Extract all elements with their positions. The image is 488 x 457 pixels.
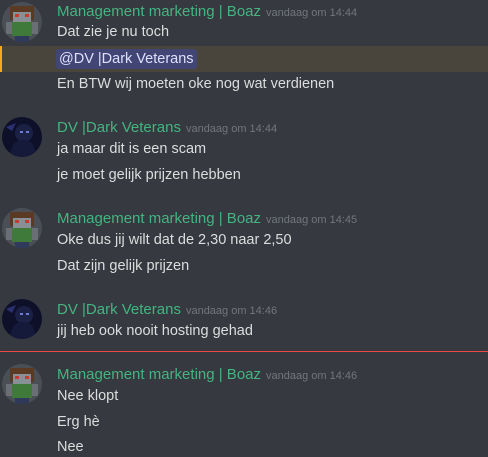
- message-text: jij heb ook nooit hosting gehad: [57, 323, 253, 339]
- username-boaz[interactable]: Management marketing | Boaz: [57, 210, 261, 227]
- message-author-header: Management marketing | Boaz vandaag om 14…: [57, 366, 357, 385]
- avatar-boaz[interactable]: [2, 2, 42, 42]
- message-text: Nee klopt: [57, 388, 119, 404]
- username-boaz[interactable]: Management marketing | Boaz: [57, 3, 261, 20]
- username-boaz[interactable]: Management marketing | Boaz: [57, 366, 261, 383]
- message-text: Dat zie je nu toch: [57, 24, 170, 40]
- avatar-boaz[interactable]: [2, 208, 42, 248]
- new-messages-divider: [0, 351, 488, 352]
- user-mention[interactable]: @DV |Dark Veterans: [56, 49, 197, 69]
- message-text: En BTW wij moeten oke nog wat verdienen: [57, 76, 335, 92]
- message-timestamp: vandaag om 14:44: [185, 123, 278, 135]
- message-text: je moet gelijk prijzen hebben: [57, 167, 241, 183]
- message-author-header: DV |Dark Veterans vandaag om 14:46: [57, 301, 277, 320]
- message-author-header: DV |Dark Veterans vandaag om 14:44: [57, 119, 277, 138]
- username-dark-veterans[interactable]: DV |Dark Veterans: [57, 119, 181, 136]
- message-text: Oke dus jij wilt dat de 2,30 naar 2,50: [57, 232, 292, 248]
- message-author-header: Management marketing | Boaz vandaag om 14…: [57, 3, 357, 22]
- username-dark-veterans[interactable]: DV |Dark Veterans: [57, 301, 181, 318]
- avatar-boaz[interactable]: [2, 364, 42, 404]
- message-timestamp: vandaag om 14:46: [266, 370, 358, 382]
- message-timestamp: vandaag om 14:45: [266, 214, 358, 226]
- message-timestamp: vandaag om 14:46: [185, 305, 278, 317]
- message-text: Nee: [57, 439, 84, 455]
- message-timestamp: vandaag om 14:44: [266, 7, 358, 19]
- message-text: Dat zijn gelijk prijzen: [57, 258, 190, 274]
- message-author-header: Management marketing | Boaz vandaag om 14…: [57, 210, 357, 229]
- chat-messages: Management marketing | Boaz vandaag om 14…: [0, 0, 488, 455]
- avatar-dark-veterans[interactable]: [2, 117, 42, 157]
- avatar-dark-veterans[interactable]: [2, 299, 42, 339]
- message-text: Erg hè: [57, 414, 100, 430]
- message-text: ja maar dit is een scam: [57, 141, 207, 157]
